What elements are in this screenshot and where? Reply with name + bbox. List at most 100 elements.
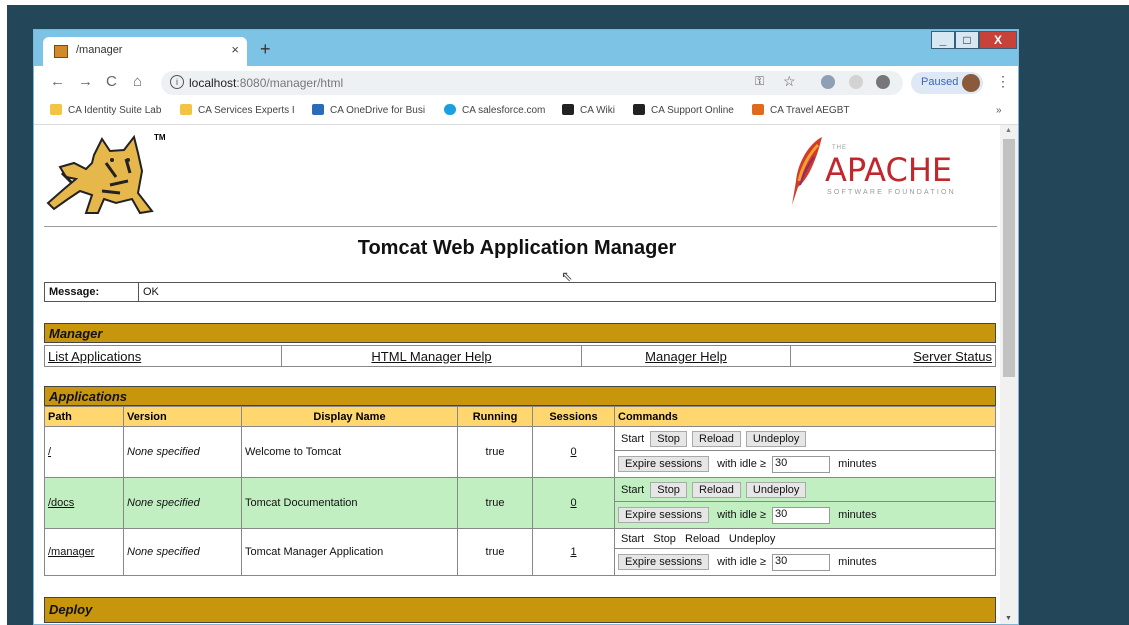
bookmarks-bar: CA Identity Suite Lab CA Services Expert… — [34, 100, 1018, 125]
applications-table: Path Version Display Name Running Sessio… — [44, 406, 996, 576]
bookmark-item[interactable]: CA OneDrive for Busi — [312, 104, 425, 116]
new-tab-button[interactable]: + — [260, 39, 271, 60]
profile-status: Paused — [921, 76, 959, 88]
app-sessions-link[interactable]: 0 — [570, 497, 576, 509]
scrollbar-thumb[interactable] — [1003, 139, 1015, 377]
start-label: Start — [621, 483, 645, 496]
title-bar: /manager × + _ □ X — [34, 30, 1018, 66]
forward-icon[interactable]: → — [78, 73, 93, 90]
menu-icon[interactable]: ⋮ — [996, 73, 1010, 90]
column-header: Running — [457, 406, 533, 427]
undeploy-button[interactable]: Undeploy — [745, 430, 807, 447]
app-running: true — [457, 426, 533, 478]
apache-name: APACHE — [825, 151, 953, 189]
app-version: None specified — [123, 528, 242, 576]
message-label: Message: — [44, 282, 139, 302]
manager-help-link[interactable]: Manager Help — [645, 349, 727, 364]
bookmark-item[interactable]: CA Support Online — [633, 104, 734, 116]
scroll-up-icon[interactable]: ▲ — [1005, 127, 1012, 134]
idle-label: with idle ≥ — [717, 555, 766, 568]
expire-sessions-button[interactable]: Expire sessions — [618, 455, 710, 472]
app-sessions-link[interactable]: 0 — [570, 446, 576, 458]
html-manager-help-link[interactable]: HTML Manager Help — [371, 349, 491, 364]
apache-feather-icon — [792, 137, 822, 205]
app-version: None specified — [123, 426, 242, 478]
reload-icon[interactable]: C — [106, 73, 117, 90]
idle-input[interactable]: 30 — [772, 455, 831, 473]
vertical-scrollbar[interactable]: ▲ ▼ — [1000, 125, 1018, 624]
column-header: Version — [123, 406, 242, 427]
divider — [44, 226, 997, 227]
column-header: Commands — [614, 406, 996, 427]
page-content: TM THE APACHE SOFTWARE FOUNDATION Tomcat… — [34, 125, 1000, 624]
table-row: /manager None specified Tomcat Manager A… — [44, 528, 996, 576]
tab-close-icon[interactable]: × — [231, 42, 239, 57]
message-table: Message: OK — [44, 282, 996, 302]
maximize-button[interactable]: □ — [955, 31, 979, 49]
manager-section-header: Manager — [44, 323, 996, 343]
site-info-icon[interactable]: i — [170, 75, 184, 89]
undeploy-button[interactable]: Undeploy — [745, 481, 807, 498]
expire-sessions-button[interactable]: Expire sessions — [618, 506, 710, 523]
browser-window: /manager × + _ □ X ← → C ⌂ i localhost:8… — [33, 29, 1019, 625]
app-sessions-link[interactable]: 1 — [570, 546, 576, 558]
minutes-label: minutes — [838, 508, 877, 521]
deploy-section-header: Deploy — [44, 597, 996, 623]
back-icon[interactable]: ← — [50, 73, 65, 90]
extension-icon[interactable] — [849, 75, 863, 89]
app-display-name: Tomcat Documentation — [241, 477, 458, 529]
column-header: Sessions — [532, 406, 615, 427]
expire-sessions-button[interactable]: Expire sessions — [618, 553, 710, 570]
message-value: OK — [138, 282, 996, 302]
trademark-mark: TM — [154, 133, 166, 142]
reload-button[interactable]: Reload — [692, 430, 741, 447]
idle-label: with idle ≥ — [717, 457, 766, 470]
url-text: localhost:8080/manager/html — [189, 76, 344, 90]
bookmark-star-icon[interactable]: ☆ — [783, 73, 796, 90]
undeploy-label: Undeploy — [728, 532, 776, 545]
tab-manager[interactable]: /manager × — [43, 37, 247, 66]
profile-button[interactable]: Paused — [911, 72, 983, 94]
start-label: Start — [621, 532, 645, 545]
tab-title: /manager — [76, 44, 123, 56]
minutes-label: minutes — [838, 555, 877, 568]
minutes-label: minutes — [838, 457, 877, 470]
home-icon[interactable]: ⌂ — [133, 73, 142, 90]
idle-input[interactable]: 30 — [772, 553, 831, 571]
app-running: true — [457, 477, 533, 529]
extension-icon[interactable] — [876, 75, 890, 89]
scroll-down-icon[interactable]: ▼ — [1005, 615, 1012, 622]
idle-label: with idle ≥ — [717, 508, 766, 521]
app-running: true — [457, 528, 533, 576]
table-row: / None specified Welcome to Tomcat true … — [44, 426, 996, 478]
app-version: None specified — [123, 477, 242, 529]
start-label: Start — [621, 432, 645, 445]
reload-button[interactable]: Reload — [692, 481, 741, 498]
close-window-button[interactable]: X — [979, 31, 1017, 49]
reload-label: Reload — [685, 532, 720, 545]
browser-toolbar: ← → C ⌂ i localhost:8080/manager/html ⚿ … — [34, 66, 1018, 100]
bookmark-item[interactable]: CA Wiki — [562, 104, 615, 116]
apache-subtitle: SOFTWARE FOUNDATION — [827, 189, 956, 196]
app-path-link[interactable]: / — [48, 446, 51, 458]
bookmark-item[interactable]: CA Identity Suite Lab — [50, 104, 161, 116]
apache-logo: THE APACHE SOFTWARE FOUNDATION — [788, 135, 962, 207]
idle-input[interactable]: 30 — [772, 506, 831, 524]
bookmark-item[interactable]: CA Services Experts I — [180, 104, 295, 116]
bookmark-item[interactable]: CA salesforce.com — [444, 104, 545, 116]
list-applications-link[interactable]: List Applications — [48, 349, 141, 364]
more-bookmarks-icon[interactable]: » — [996, 105, 1002, 116]
app-path-link[interactable]: /docs — [48, 497, 74, 509]
address-bar[interactable]: i localhost:8080/manager/html ⚿ ☆ — [161, 71, 903, 95]
key-icon[interactable]: ⚿ — [755, 74, 764, 89]
stop-button[interactable]: Stop — [650, 481, 687, 498]
app-path-link[interactable]: /manager — [48, 546, 94, 558]
bookmark-item[interactable]: CA Travel AEGBT — [752, 104, 849, 116]
extension-icon[interactable] — [821, 75, 835, 89]
stop-button[interactable]: Stop — [650, 430, 687, 447]
server-status-link[interactable]: Server Status — [913, 349, 992, 364]
minimize-button[interactable]: _ — [931, 31, 955, 49]
tomcat-favicon-icon — [54, 45, 68, 58]
column-header: Display Name — [241, 406, 458, 427]
column-header: Path — [44, 406, 124, 427]
